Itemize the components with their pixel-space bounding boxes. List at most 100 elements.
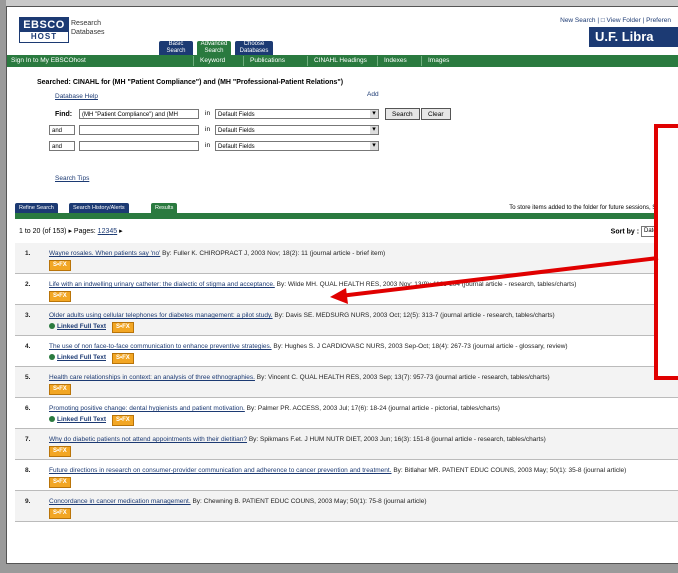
library-banner: U.F. Libra	[589, 27, 678, 47]
screenshot-frame: EBSCO HOST Research Databases Basic Sear…	[6, 6, 678, 564]
result-title-link[interactable]: Life with an indwelling urinary catheter…	[49, 281, 275, 288]
database-help-link[interactable]: Database Help	[55, 93, 98, 100]
result-badges: S•FX	[49, 384, 669, 395]
result-title-link[interactable]: Health care relationships in context: an…	[49, 374, 255, 381]
result-badges: S•FX	[49, 446, 669, 457]
result-number: 1.	[25, 250, 31, 257]
linked-full-text-link[interactable]: Linked Full Text	[49, 322, 106, 331]
result-item: 3. Older adults using cellular telephones…	[15, 305, 678, 336]
result-number: 6.	[25, 405, 31, 412]
search-row-2: and in Default Fields	[37, 125, 437, 137]
tab-search-history[interactable]: Search History/Alerts	[69, 203, 129, 213]
result-meta: By: Wilde MH. QUAL HEALTH RES, 2003 Nov;…	[276, 281, 577, 288]
header: EBSCO HOST Research Databases Basic Sear…	[7, 7, 678, 55]
result-title-link[interactable]: Why do diabetic patients not attend appo…	[49, 436, 247, 443]
sfx-button[interactable]: S•FX	[49, 508, 71, 519]
find-label: Find:	[55, 111, 73, 118]
nav-publications[interactable]: Publications	[243, 56, 291, 66]
result-badges: Linked Full Text S•FX	[49, 415, 669, 426]
result-badges: Linked Full Text S•FX	[49, 322, 669, 333]
result-item: 2. Life with an indwelling urinary cathet…	[15, 274, 678, 305]
result-meta: By: Bitlahar MR. PATIENT EDUC COUNS, 200…	[393, 467, 627, 474]
sfx-button[interactable]: S•FX	[49, 446, 71, 457]
tab-advanced-search[interactable]: Advanced Search	[197, 41, 231, 55]
in-label: in	[205, 110, 211, 117]
boolean-select-3[interactable]: and	[49, 141, 75, 151]
nav-keyword[interactable]: Keyword	[193, 56, 231, 66]
linked-full-text-link[interactable]: Linked Full Text	[49, 415, 106, 424]
ebsco-logo[interactable]: EBSCO HOST	[19, 17, 69, 43]
result-item: 9. Concordance in cancer medication manag…	[15, 491, 678, 522]
result-badges: Linked Full Text S•FX	[49, 353, 669, 364]
tab-basic-search[interactable]: Basic Search	[159, 41, 193, 55]
pager-next-icon[interactable]: ▸	[68, 228, 72, 235]
search-button[interactable]: Search	[385, 108, 420, 120]
result-number: 4.	[25, 343, 31, 350]
field-select-2[interactable]: Default Fields	[215, 125, 379, 135]
searched-summary: Searched: CINAHL for (MH "Patient Compli…	[37, 79, 344, 86]
in-label: in	[205, 142, 211, 149]
result-title-link[interactable]: Older adults using cellular telephones f…	[49, 312, 273, 319]
result-item: 7. Why do diabetic patients not attend ap…	[15, 429, 678, 460]
field-select-3[interactable]: Default Fields	[215, 141, 379, 151]
brand-label: Research Databases	[71, 20, 105, 36]
sfx-button[interactable]: S•FX	[112, 415, 134, 426]
result-number: 8.	[25, 467, 31, 474]
nav-images[interactable]: Images	[421, 56, 455, 66]
result-badges: S•FX	[49, 260, 669, 271]
result-title-link[interactable]: The use of non face-to-face communicatio…	[49, 343, 272, 350]
result-meta: By: Palmer PR. ACCESS, 2003 Jul; 17(6): …	[246, 405, 500, 412]
result-meta: By: Vincent C. QUAL HEALTH RES, 2003 Sep…	[256, 374, 550, 381]
top-links[interactable]: New Search | □ View Folder | Preferen	[560, 17, 671, 24]
boolean-select-2[interactable]: and	[49, 125, 75, 135]
result-title-link[interactable]: Concordance in cancer medication managem…	[49, 498, 191, 505]
sfx-button[interactable]: S•FX	[49, 260, 71, 271]
tab-results[interactable]: Results	[151, 203, 178, 213]
sign-in-link[interactable]: Sign In to My EBSCOhost	[11, 57, 86, 64]
result-item: 8. Future directions in research on consu…	[15, 460, 678, 491]
search-row-3: and in Default Fields	[37, 141, 437, 153]
result-number: 2.	[25, 281, 31, 288]
nav-bar: Sign In to My EBSCOhost Keyword Publicat…	[7, 55, 678, 67]
results-range: 1 to 20 (of 153)	[19, 228, 67, 235]
result-meta: By: Hughes S. J CARDIOVASC NURS, 2003 Se…	[273, 343, 568, 350]
search-input-1[interactable]: (MH "Patient Compliance") and (MH	[79, 109, 199, 119]
sfx-button[interactable]: S•FX	[112, 353, 134, 364]
tab-choose-databases[interactable]: Choose Databases	[235, 41, 273, 55]
result-number: 7.	[25, 436, 31, 443]
page-link[interactable]: 5	[113, 228, 117, 235]
result-meta: By: Chewning B. PATIENT EDUC COUNS, 2003…	[192, 498, 427, 505]
search-row-1: Find: (MH "Patient Compliance") and (MH …	[37, 108, 451, 121]
field-select-1[interactable]: Default Fields	[215, 109, 379, 119]
sfx-button[interactable]: S•FX	[49, 384, 71, 395]
sfx-button[interactable]: S•FX	[49, 291, 71, 302]
result-meta: By: Spikmans F.et. J HUM NUTR DIET, 2003…	[248, 436, 546, 443]
pages-label: Pages:	[73, 228, 96, 235]
result-title-link[interactable]: Promoting positive change: dental hygien…	[49, 405, 245, 412]
add-link[interactable]: Add	[367, 91, 379, 98]
results-list: 1. Wayne rosales. When patients say 'no' …	[15, 243, 678, 522]
sfx-button[interactable]: S•FX	[112, 322, 134, 333]
result-number: 5.	[25, 374, 31, 381]
result-badges: S•FX	[49, 508, 669, 519]
pager-next-icon[interactable]: ▸	[119, 228, 123, 235]
result-item: 6. Promoting positive change: dental hygi…	[15, 398, 678, 429]
in-label: in	[205, 126, 211, 133]
search-input-2[interactable]	[79, 125, 199, 135]
nav-cinahl-headings[interactable]: CINAHL Headings	[307, 56, 373, 66]
search-tips-link[interactable]: Search Tips	[55, 175, 89, 182]
result-title-link[interactable]: Wayne rosales. When patients say 'no'	[49, 250, 160, 257]
result-badges: S•FX	[49, 291, 669, 302]
search-input-3[interactable]	[79, 141, 199, 151]
linked-full-text-link[interactable]: Linked Full Text	[49, 353, 106, 362]
result-title-link[interactable]: Future directions in research on consume…	[49, 467, 392, 474]
result-item: 5. Health care relationships in context: …	[15, 367, 678, 398]
folder-note: To store items added to the folder for f…	[509, 205, 671, 211]
sort-label: Sort by :	[610, 228, 640, 236]
nav-indexes[interactable]: Indexes	[377, 56, 413, 66]
clear-button[interactable]: Clear	[421, 108, 451, 120]
tab-refine-search[interactable]: Refine Search	[15, 203, 58, 213]
results-bar	[15, 213, 678, 219]
result-item: 4. The use of non face-to-face communicat…	[15, 336, 678, 367]
sfx-button[interactable]: S•FX	[49, 477, 71, 488]
